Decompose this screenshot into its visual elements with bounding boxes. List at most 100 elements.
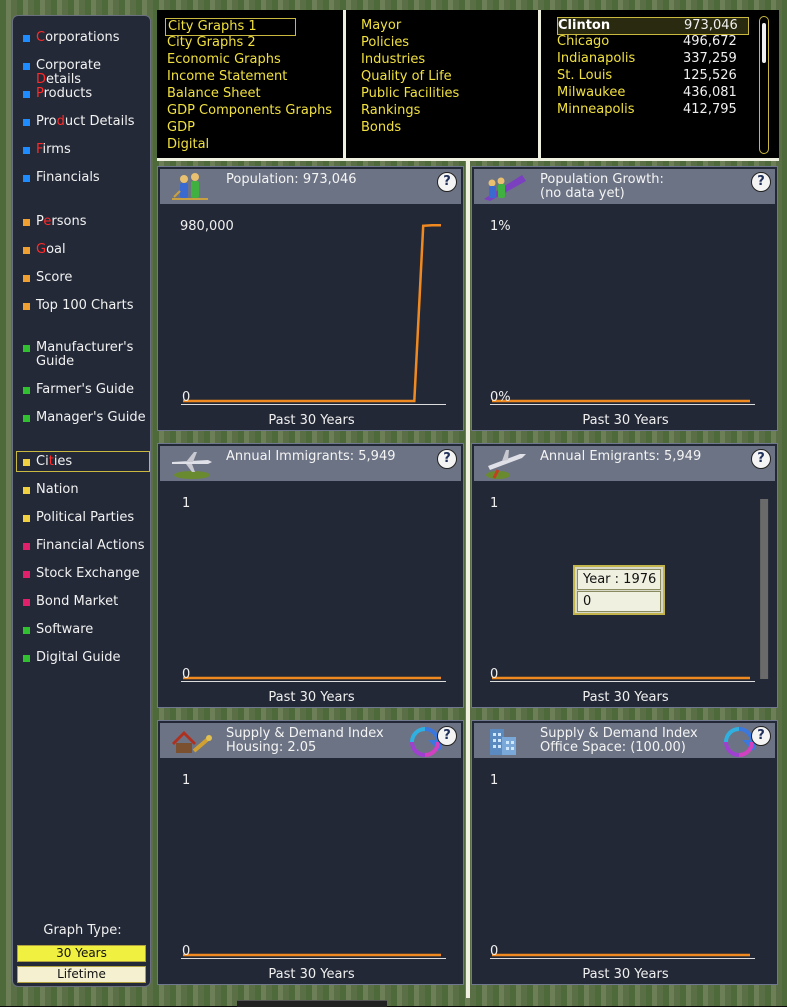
menu-item[interactable]: Rankings [361, 103, 420, 119]
supply-demand-cycle-icon[interactable] [723, 726, 761, 758]
x-axis [181, 958, 446, 959]
x-axis-label: Past 30 Years [582, 967, 669, 982]
city-row[interactable]: Indianapolis 337,259 [557, 51, 747, 67]
panel-header: Supply & Demand Index Office Space: (100… [474, 723, 775, 758]
help-button[interactable]: ? [437, 172, 457, 192]
menu-item[interactable]: Balance Sheet [167, 86, 261, 102]
menu-column-city: Mayor Policies Industries Quality of Life Pu… [361, 10, 541, 159]
city-population: 337,259 [683, 51, 737, 66]
scrollbar-thumb[interactable] [762, 23, 766, 63]
panel-header: Annual Emigrants: 5,949? [474, 446, 775, 481]
city-name: Minneapolis [557, 102, 635, 117]
y-axis-max-label: 1 [182, 773, 191, 788]
city-population: 436,081 [683, 85, 737, 100]
y-axis-max-label: 1 [182, 496, 191, 511]
bullet-icon [23, 543, 30, 550]
sidebar-item-label: Top 100 Charts [36, 298, 134, 313]
panel-title: Annual Immigrants: 5,949 [226, 449, 396, 464]
chart-plot [492, 953, 750, 957]
immigrant-plane-icon [168, 448, 214, 480]
housing-tools-icon [168, 725, 214, 757]
bullet-icon [23, 91, 30, 98]
chart-panel: Annual Immigrants: 5,949? 1 0 Past 30 Years [157, 443, 464, 708]
bullet-icon [23, 63, 30, 70]
menu-item[interactable]: Digital [167, 137, 209, 153]
y-axis-max-label: 1% [490, 219, 511, 234]
city-name: Chicago [557, 34, 610, 49]
city-row[interactable]: Minneapolis 412,795 [557, 102, 747, 118]
chart-plot [183, 953, 441, 957]
city-row[interactable]: Milwaukee 436,081 [557, 85, 747, 101]
chart-panel: Supply & Demand Index Housing: 2.05? 1 0 Pa… [157, 720, 464, 985]
y-axis-max-label: 980,000 [180, 219, 234, 234]
graph-type-30-years-button[interactable]: 30 Years [17, 945, 146, 962]
sidebar-item-label: Digital Guide [36, 650, 121, 665]
sidebar-item-label: Manufacturer's Guide [36, 340, 134, 369]
city-population: 973,046 [684, 18, 738, 33]
sidebar-item-label: Score [36, 270, 73, 285]
menu-item[interactable]: Income Statement [167, 69, 287, 85]
tooltip-year: Year : 1976 [577, 569, 661, 590]
x-axis [490, 958, 755, 959]
chart-panel: Population: 973,046? 980,000 0 Past 30 Year… [157, 166, 464, 431]
bullet-icon [23, 119, 30, 126]
panel-header: Population: 973,046? [160, 169, 461, 204]
bullet-icon [23, 487, 30, 494]
menu-item[interactable]: Industries [361, 52, 425, 68]
bullet-icon [23, 515, 30, 522]
panel-title: Supply & Demand Index Office Space: (100… [540, 726, 698, 755]
sidebar-item-label: Stock Exchange [36, 566, 140, 581]
help-button[interactable]: ? [437, 726, 457, 746]
supply-demand-cycle-icon[interactable] [409, 726, 447, 758]
x-axis-label: Past 30 Years [582, 690, 669, 705]
panel-title: Supply & Demand Index Housing: 2.05 [226, 726, 384, 755]
bullet-icon [23, 175, 30, 182]
help-button[interactable]: ? [437, 449, 457, 469]
menu-column-graphs: City Graphs 1 City Graphs 2 Economic Graph… [165, 10, 347, 159]
bullet-icon [23, 387, 30, 394]
office-building-icon [482, 725, 528, 757]
help-button[interactable]: ? [751, 449, 771, 469]
city-list-scrollbar[interactable] [759, 16, 769, 154]
menu-item[interactable]: GDP [167, 120, 195, 136]
panel-header: Annual Immigrants: 5,949? [160, 446, 461, 481]
y-axis-min-label: 0 [182, 390, 191, 405]
menu-item[interactable]: Economic Graphs [167, 52, 281, 68]
bullet-icon [23, 345, 30, 352]
sidebar-item-label: Corporate Details [36, 58, 101, 87]
sidebar: Corporations Corporate Details Products Pro… [12, 15, 151, 987]
menu-item[interactable]: City Graphs 1 [165, 18, 296, 36]
tooltip-value: 0 [577, 591, 661, 612]
series-line[interactable] [183, 224, 441, 403]
emigrant-plane-icon [482, 448, 528, 480]
sidebar-item-label: Goal [36, 242, 66, 257]
menu-item[interactable]: City Graphs 2 [167, 35, 256, 51]
sidebar-item-label: Nation [36, 482, 79, 497]
menu-item[interactable]: Mayor [361, 18, 401, 34]
help-button[interactable]: ? [751, 726, 771, 746]
panel-title: Annual Emigrants: 5,949 [540, 449, 702, 464]
menu-item[interactable]: Bonds [361, 120, 401, 136]
panel-header: Population Growth: (no data yet)? [474, 169, 775, 204]
x-axis [490, 681, 755, 682]
city-row[interactable]: Chicago 496,672 [557, 34, 747, 50]
city-population: 412,795 [683, 102, 737, 117]
graph-type-lifetime-button[interactable]: Lifetime [17, 966, 146, 983]
menu-item[interactable]: Quality of Life [361, 69, 452, 85]
bullet-icon [23, 459, 30, 466]
panel-title: Population: 973,046 [226, 172, 357, 187]
city-row[interactable]: Clinton 973,046 [557, 17, 749, 35]
menu-item[interactable]: Public Facilities [361, 86, 459, 102]
city-row[interactable]: St. Louis 125,526 [557, 68, 747, 84]
panel-title: Population Growth: (no data yet) [540, 172, 664, 201]
population-growth-icon [482, 171, 528, 203]
menu-item[interactable]: Policies [361, 35, 409, 51]
y-axis-max-label: 1 [490, 496, 499, 511]
sidebar-item-label: Corporations [36, 30, 120, 45]
menu-item[interactable]: GDP Components Graphs [167, 103, 332, 119]
bullet-icon [23, 35, 30, 42]
bullet-icon [23, 415, 30, 422]
help-button[interactable]: ? [751, 172, 771, 192]
menu-divider [343, 10, 346, 159]
x-axis [490, 404, 755, 405]
